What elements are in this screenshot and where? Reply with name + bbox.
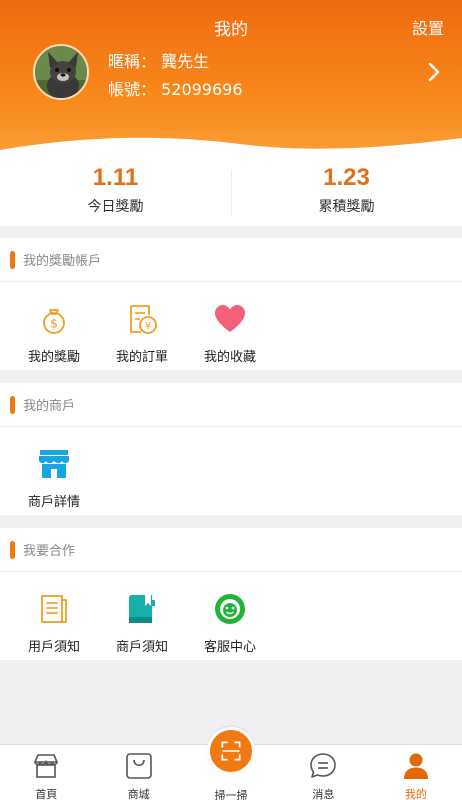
avatar[interactable]	[33, 44, 89, 100]
chevron-right-icon[interactable]	[424, 58, 444, 86]
user-notice-button[interactable]: 用戶須知	[10, 572, 98, 660]
tab-label: 消息	[312, 788, 335, 800]
nickname-text: 暱稱： 龔先生	[108, 52, 210, 71]
tab-scan[interactable]: 掃一掃	[185, 727, 277, 800]
tab-label: 首頁	[35, 788, 58, 800]
my-rewards-button[interactable]: $ 我的獎勵	[10, 282, 98, 370]
tab-home[interactable]: 首頁	[0, 745, 92, 800]
item-label: 我的獎勵	[27, 350, 80, 365]
stats-divider	[231, 170, 232, 216]
customer-service-icon	[213, 592, 247, 626]
tab-label: 商城	[127, 788, 150, 800]
merchant-notice-button[interactable]: 商戶須知	[98, 572, 186, 660]
heart-icon	[213, 302, 247, 336]
money-bag-icon: $	[37, 302, 71, 336]
reward-account-section: 我的獎勵帳戶 $ 我的獎勵 ¥ 我的訂單 我的收藏	[0, 238, 462, 370]
item-label: 商戶須知	[115, 640, 168, 655]
item-label: 我的訂單	[115, 350, 168, 365]
home-icon	[34, 754, 59, 778]
tab-messages[interactable]: 消息	[277, 745, 369, 800]
tab-mall[interactable]: 商城	[92, 745, 184, 800]
section-marker	[10, 540, 15, 559]
cooperation-section: 我要合作 用戶須知 商戶須知 客服中心	[0, 528, 462, 660]
settings-button[interactable]: 設置	[412, 15, 444, 39]
today-reward-label: 今日獎勵	[87, 199, 144, 215]
tab-label: 我的	[404, 788, 427, 800]
today-reward[interactable]: 1.11 今日獎勵	[0, 162, 231, 226]
order-icon: ¥	[125, 302, 159, 336]
total-reward-label: 累積獎勵	[318, 199, 375, 215]
book-icon	[125, 592, 159, 626]
user-info[interactable]: 暱稱： 龔先生 帳號： 52099696	[108, 48, 243, 104]
page-title: 我的	[214, 20, 248, 40]
merchant-details-button[interactable]: 商戶詳情	[10, 427, 98, 515]
tab-label: 掃一掃	[214, 789, 248, 800]
shopping-bag-icon	[125, 753, 152, 779]
my-favorites-button[interactable]: 我的收藏	[186, 282, 274, 370]
section-header: 我要合作	[0, 528, 462, 572]
profile-header: 我的 設置 暱稱： 龔先生 帳號： 52099696	[0, 0, 462, 162]
user-icon	[403, 753, 428, 779]
reward-stats: 1.11 今日獎勵 1.23 累積獎勵	[0, 162, 462, 226]
bottom-tab-bar: 首頁 商城 掃一掃 消息 我的	[0, 727, 462, 800]
section-marker	[10, 395, 15, 414]
section-header: 我的獎勵帳戶	[0, 238, 462, 282]
item-label: 客服中心	[203, 640, 256, 655]
svg-text:¥: ¥	[145, 321, 151, 332]
section-title: 我的獎勵帳戶	[23, 254, 102, 269]
section-title: 我要合作	[23, 544, 76, 559]
customer-service-button[interactable]: 客服中心	[186, 572, 274, 660]
merchant-section: 我的商戶 商戶詳情	[0, 383, 462, 515]
scan-button[interactable]	[207, 727, 256, 775]
total-reward[interactable]: 1.23 累積獎勵	[231, 162, 462, 226]
scan-icon	[221, 741, 241, 761]
section-header: 我的商戶	[0, 383, 462, 427]
account-text: 帳號： 52099696	[108, 80, 243, 99]
section-marker	[10, 250, 15, 269]
today-reward-value: 1.11	[92, 164, 139, 191]
item-label: 用戶須知	[27, 640, 80, 655]
document-icon	[37, 592, 71, 626]
item-label: 商戶詳情	[27, 495, 80, 510]
header-wave	[0, 137, 462, 162]
total-reward-value: 1.23	[323, 164, 370, 191]
chat-icon	[310, 753, 337, 778]
section-title: 我的商戶	[23, 399, 76, 414]
shop-icon	[37, 447, 71, 481]
tab-mine[interactable]: 我的	[370, 745, 462, 800]
my-orders-button[interactable]: ¥ 我的訂單	[98, 282, 186, 370]
item-label: 我的收藏	[203, 350, 256, 365]
svg-text:$: $	[50, 317, 58, 331]
